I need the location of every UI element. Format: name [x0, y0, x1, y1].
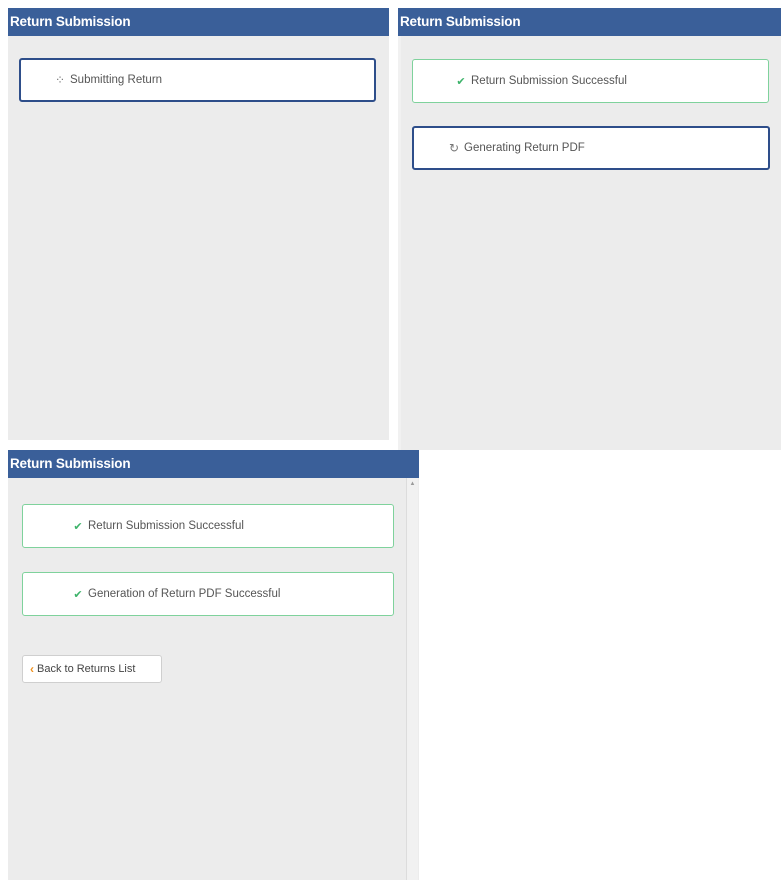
scroll-down-arrow-icon[interactable]: ▼: [398, 440, 401, 448]
panel-title: Return Submission: [8, 450, 419, 478]
scrollbar[interactable]: ▲ ▼: [398, 36, 401, 450]
panel-title: Return Submission: [398, 8, 781, 36]
panel-generating-pdf: Return Submission ▲ ▼ ✔ Return Submissio…: [398, 8, 781, 450]
check-icon: ✔: [456, 75, 466, 88]
panel-body: ▲ ▼ ✔ Return Submission Successful ↻ Gen…: [398, 36, 781, 450]
back-button-label: Back to Returns List: [37, 663, 136, 675]
scroll-up-arrow-icon[interactable]: ▲: [407, 480, 418, 488]
scroll-up-arrow-icon[interactable]: ▲: [398, 38, 401, 46]
scrollbar[interactable]: ▲: [406, 478, 418, 880]
panel-title: Return Submission: [8, 8, 389, 36]
status-text: Return Submission Successful: [88, 520, 244, 532]
status-generating-pdf: ↻ Generating Return PDF: [412, 126, 770, 170]
status-text: Generation of Return PDF Successful: [88, 588, 281, 600]
panel-body: ⁘ Submitting Return: [8, 36, 389, 440]
check-icon: ✔: [73, 588, 83, 601]
spinner-icon: ⁘: [54, 73, 66, 87]
check-icon: ✔: [73, 520, 83, 533]
status-pdf-successful: ✔ Generation of Return PDF Successful: [22, 572, 394, 616]
status-text: Generating Return PDF: [464, 142, 585, 154]
status-submitting: ⁘ Submitting Return: [19, 58, 376, 102]
panel-submitting: Return Submission ⁘ Submitting Return: [8, 8, 389, 440]
status-text: Return Submission Successful: [471, 75, 627, 87]
spinner-icon: ↻: [448, 141, 460, 155]
status-submission-successful: ✔ Return Submission Successful: [22, 504, 394, 548]
panel-body: ▲ ✔ Return Submission Successful ✔ Gener…: [8, 478, 419, 880]
back-to-returns-list-button[interactable]: ‹ Back to Returns List: [22, 655, 162, 683]
status-submission-successful: ✔ Return Submission Successful: [412, 59, 769, 103]
panel-complete: Return Submission ▲ ✔ Return Submission …: [8, 450, 419, 880]
chevron-left-icon: ‹: [30, 662, 34, 676]
status-text: Submitting Return: [70, 74, 163, 86]
